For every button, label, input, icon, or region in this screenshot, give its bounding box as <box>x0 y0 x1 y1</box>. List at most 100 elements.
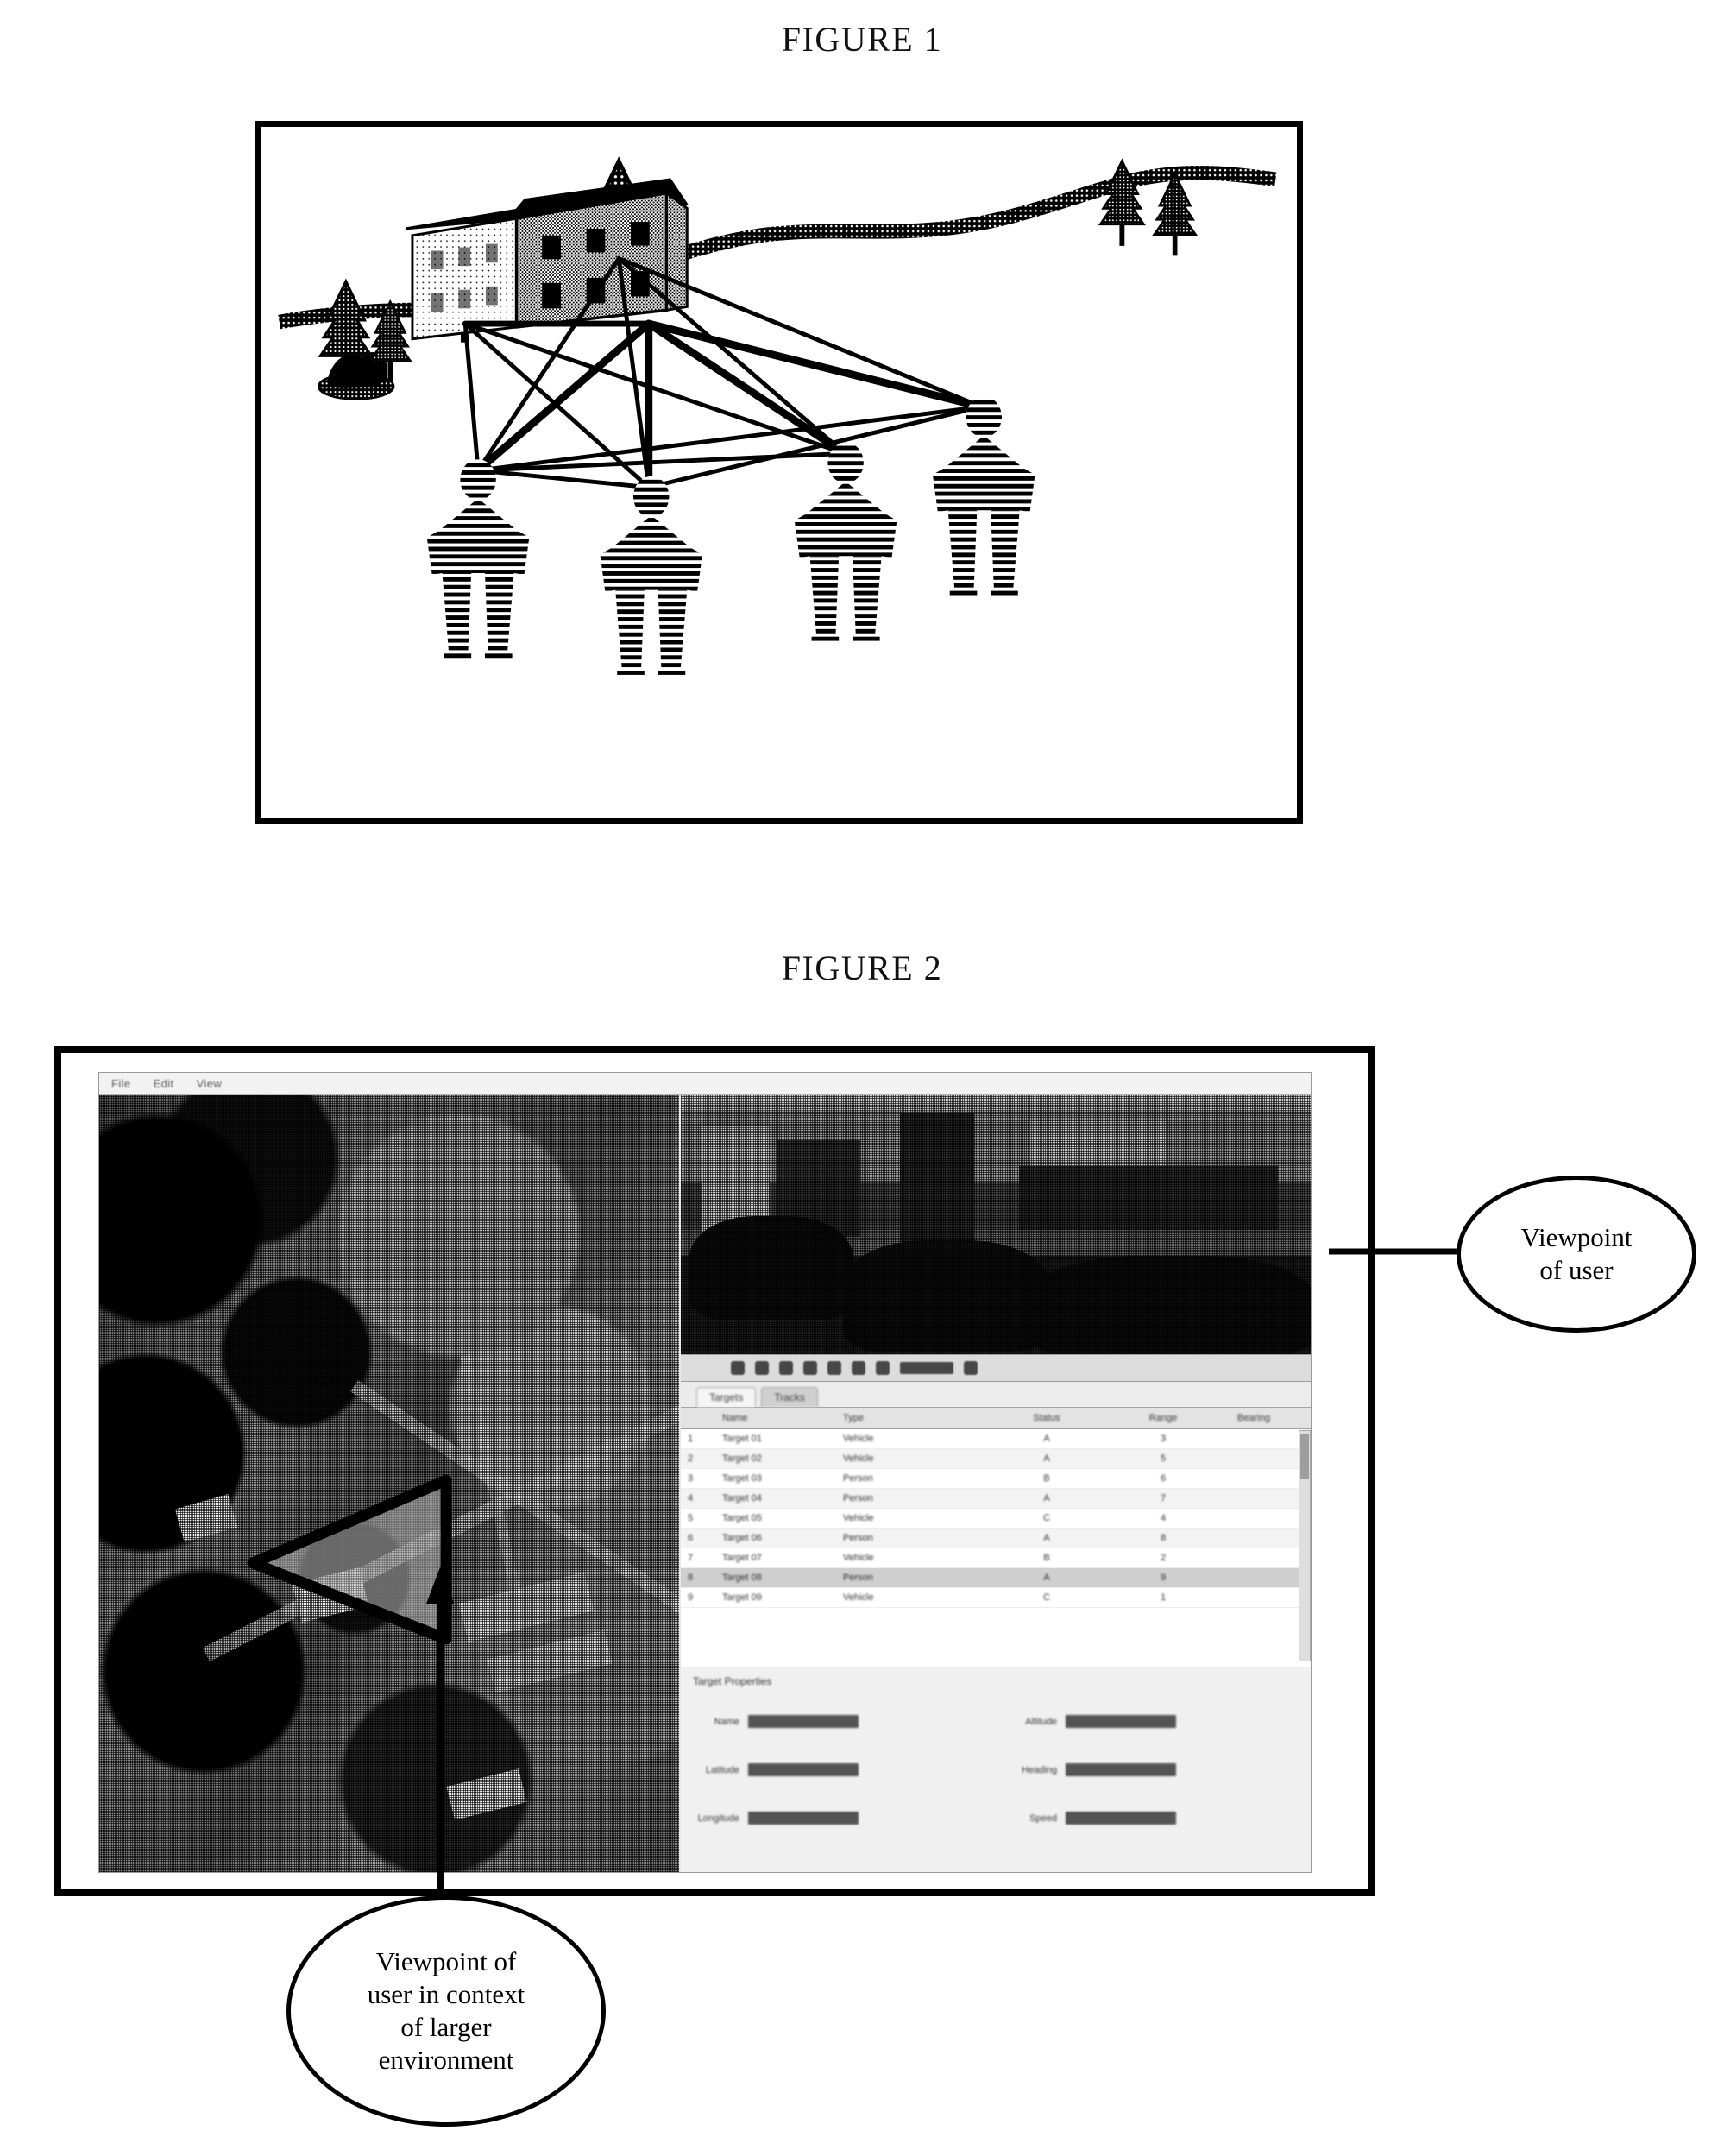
table-cell: 7 <box>688 1553 694 1563</box>
property-value[interactable]: Target 08 <box>748 1715 859 1728</box>
table-cell: C <box>1043 1592 1050 1603</box>
table-row[interactable]: 7 Target 07 Vehicle B 2 <box>681 1548 1311 1568</box>
grid-scrollbar[interactable] <box>1299 1430 1311 1661</box>
table-cell: Target 06 <box>722 1533 762 1543</box>
callout-bottom-line-4: environment <box>378 2044 514 2075</box>
property-label: Longitude <box>697 1812 739 1824</box>
table-cell: A <box>1043 1453 1050 1464</box>
property-field: Speed 0 kph <box>1010 1812 1176 1825</box>
table-cell: 8 <box>1160 1533 1167 1543</box>
table-cell: 5 <box>1160 1453 1167 1464</box>
table-cell: Vehicle <box>843 1553 874 1563</box>
table-cell: 9 <box>1160 1573 1167 1583</box>
table-cell <box>1207 1509 1293 1528</box>
video-dither-overlay <box>681 1095 1311 1354</box>
table-cell: Target 03 <box>722 1473 762 1484</box>
table-cell <box>1207 1588 1293 1607</box>
property-label: Latitude <box>705 1764 739 1775</box>
grid-col-type[interactable]: Type <box>836 1408 974 1428</box>
menu-item-file[interactable]: File <box>111 1077 131 1090</box>
halftone-dither-overlay <box>99 1095 679 1872</box>
table-cell <box>1207 1429 1293 1448</box>
person-4 <box>932 396 1035 598</box>
grid-col-status[interactable]: Status <box>974 1408 1112 1428</box>
figure-2-frame: File Edit View Targets Tracks Name Type … <box>54 1046 1375 1896</box>
tab-tracks[interactable]: Tracks <box>761 1387 818 1407</box>
table-row[interactable]: 9 Target 09 Vehicle C 1 <box>681 1588 1311 1608</box>
table-row[interactable]: 5 Target 05 Vehicle C 4 <box>681 1509 1311 1529</box>
table-cell: A <box>1043 1434 1050 1444</box>
open-icon[interactable] <box>731 1361 745 1375</box>
toolbar <box>681 1354 1311 1382</box>
table-cell <box>1207 1449 1293 1468</box>
paste-icon[interactable] <box>852 1361 865 1375</box>
table-cell: 5 <box>688 1513 694 1523</box>
menu-item-view[interactable]: View <box>197 1077 223 1090</box>
table-cell: Target 01 <box>722 1434 762 1444</box>
table-cell: 3 <box>1160 1434 1167 1444</box>
person-2 <box>600 476 703 678</box>
table-cell: Vehicle <box>843 1453 874 1464</box>
table-cell: C <box>1043 1513 1050 1523</box>
data-grid[interactable]: Name Type Status Range Bearing 1 Target 0… <box>681 1408 1311 1667</box>
property-field: Longitude 77 02 11 W <box>693 1812 859 1825</box>
person-3 <box>794 442 897 644</box>
table-row[interactable]: 1 Target 01 Vehicle A 3 <box>681 1429 1311 1449</box>
print-icon[interactable] <box>779 1361 793 1375</box>
property-value[interactable]: 124 m <box>1066 1715 1176 1728</box>
grid-col-index[interactable] <box>681 1408 715 1428</box>
undo-icon[interactable] <box>876 1361 890 1375</box>
table-cell: 3 <box>688 1473 694 1484</box>
table-cell <box>1207 1548 1293 1567</box>
properties-pane: Target Properties Name Target 08 Latitude 3… <box>681 1667 1311 1872</box>
table-cell: 8 <box>688 1573 694 1583</box>
grid-body: 1 Target 01 Vehicle A 3 2 Target 02 Vehicle A 5 3 T… <box>681 1429 1311 1608</box>
table-cell: Person <box>843 1493 873 1504</box>
zoom-icon[interactable] <box>964 1361 978 1375</box>
menu-item-edit[interactable]: Edit <box>154 1077 174 1090</box>
table-cell: B <box>1043 1553 1050 1563</box>
property-field: Altitude 124 m <box>1010 1715 1176 1728</box>
table-cell: Vehicle <box>843 1434 874 1444</box>
property-value[interactable]: 38 52 14 N <box>748 1763 859 1776</box>
grid-col-range[interactable]: Range <box>1112 1408 1207 1428</box>
property-label: Altitude <box>1025 1716 1057 1727</box>
table-row[interactable]: 6 Target 06 Person A 8 <box>681 1529 1311 1548</box>
table-cell <box>1207 1568 1293 1587</box>
property-label: Speed <box>1029 1812 1057 1824</box>
property-value[interactable]: 77 02 11 W <box>748 1812 859 1825</box>
table-cell: 2 <box>1160 1553 1167 1563</box>
properties-title: Target Properties <box>693 1675 772 1687</box>
table-row[interactable]: 4 Target 04 Person A 7 <box>681 1489 1311 1509</box>
search-icon[interactable] <box>900 1362 953 1374</box>
callout-bottom-line-1: Viewpoint of <box>375 1946 517 1977</box>
table-cell: 6 <box>1160 1473 1167 1484</box>
table-cell: A <box>1043 1533 1050 1543</box>
grid-scrollbar-thumb[interactable] <box>1300 1434 1309 1479</box>
table-cell: 6 <box>688 1533 694 1543</box>
table-row[interactable]: 3 Target 03 Person B 6 <box>681 1469 1311 1489</box>
table-cell: Target 07 <box>722 1553 762 1563</box>
callout-top-line-2: of user <box>1539 1255 1614 1285</box>
grid-col-bearing[interactable]: Bearing <box>1207 1408 1293 1428</box>
copy-icon[interactable] <box>827 1361 841 1375</box>
table-cell: A <box>1043 1573 1050 1583</box>
cut-icon[interactable] <box>803 1361 817 1375</box>
property-value[interactable]: 271 deg <box>1066 1763 1176 1776</box>
leader-line-bottom <box>426 1567 454 1904</box>
table-cell: 9 <box>688 1592 694 1603</box>
aerial-map-pane[interactable] <box>99 1095 679 1872</box>
callout-viewpoint-in-context: Viewpoint of user in context of larger e… <box>286 1895 606 2127</box>
street-level-video-pane[interactable] <box>681 1095 1311 1354</box>
application-window: File Edit View Targets Tracks Name Type … <box>98 1072 1312 1873</box>
table-row[interactable]: 8 Target 08 Person A 9 <box>681 1568 1311 1588</box>
table-row[interactable]: 2 Target 02 Vehicle A 5 <box>681 1449 1311 1469</box>
grid-header-row: Name Type Status Range Bearing <box>681 1408 1311 1429</box>
tab-targets[interactable]: Targets <box>696 1387 757 1407</box>
table-cell: A <box>1043 1493 1050 1504</box>
grid-col-name[interactable]: Name <box>715 1408 836 1428</box>
table-cell: Vehicle <box>843 1592 874 1603</box>
save-icon[interactable] <box>755 1361 769 1375</box>
property-value[interactable]: 0 kph <box>1066 1812 1176 1825</box>
table-cell: Person <box>843 1473 873 1484</box>
